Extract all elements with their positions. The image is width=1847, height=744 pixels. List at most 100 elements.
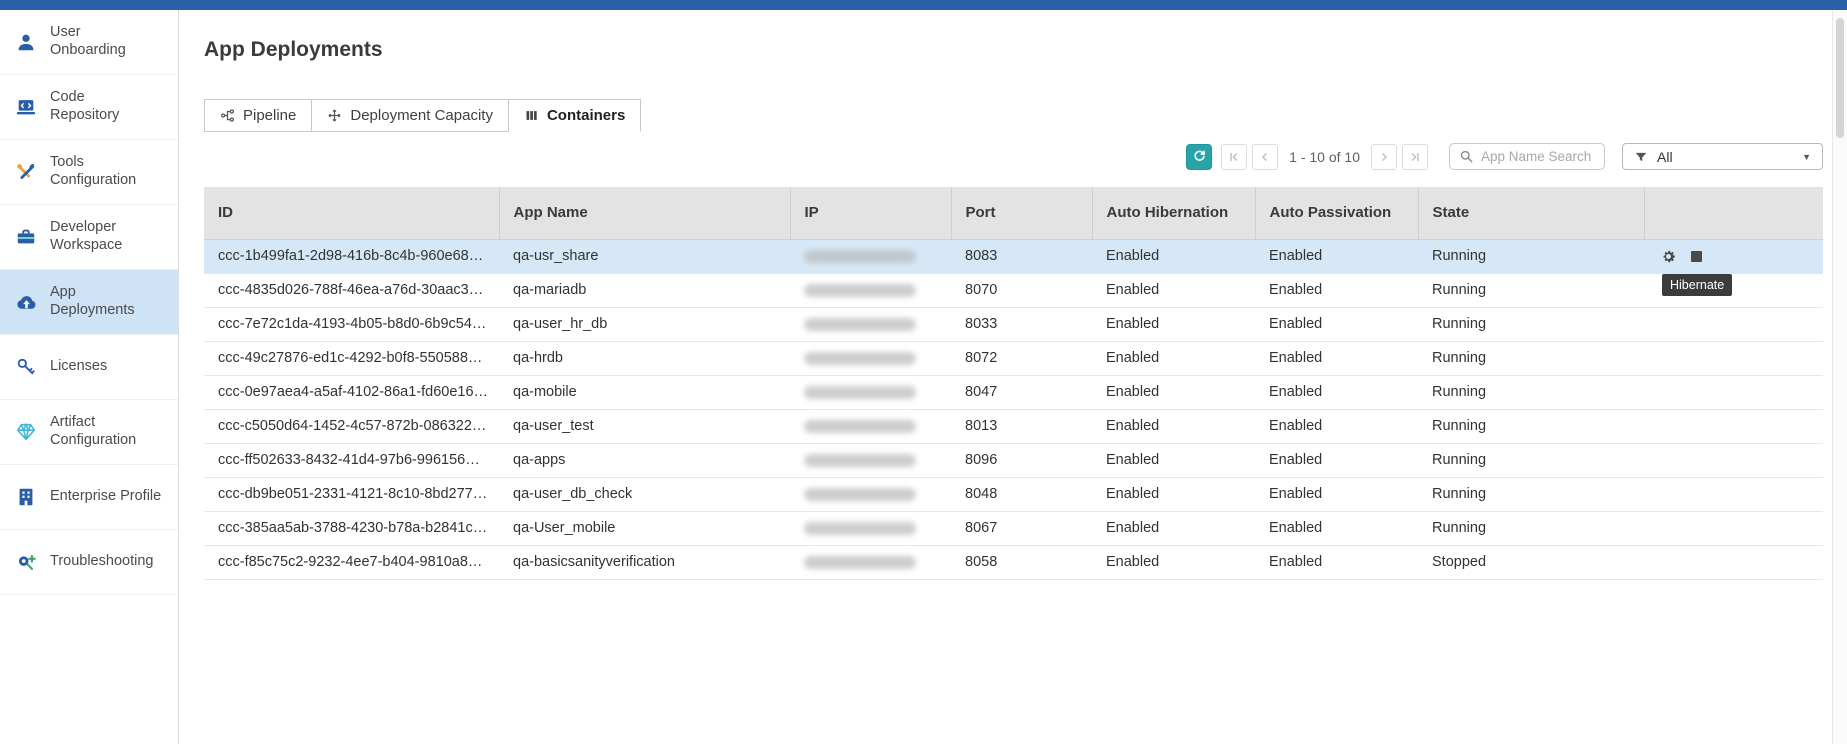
- sidebar-item-label: User Onboarding: [50, 24, 146, 59]
- column-header-app-name: App Name: [499, 187, 790, 239]
- sidebar-item-code-repository[interactable]: Code Repository: [0, 75, 178, 140]
- ip-redacted-blur: [804, 454, 916, 467]
- tab-deployment-capacity[interactable]: Deployment Capacity: [311, 99, 508, 132]
- app-name-search-input[interactable]: [1481, 149, 1595, 164]
- cell-app-name: qa-user_hr_db: [499, 307, 790, 341]
- building-icon: [14, 486, 38, 508]
- cell-auto-hibernation: Enabled: [1092, 239, 1255, 273]
- cell-ip: [790, 409, 951, 443]
- cell-state: Running: [1418, 273, 1644, 307]
- cell-port: 8013: [951, 409, 1092, 443]
- cell-port: 8070: [951, 273, 1092, 307]
- cell-app-name: qa-User_mobile: [499, 511, 790, 545]
- cell-auto-passivation: Enabled: [1255, 409, 1418, 443]
- cell-auto-hibernation: Enabled: [1092, 375, 1255, 409]
- first-page-button[interactable]: [1221, 144, 1247, 170]
- tab-label: Containers: [547, 107, 625, 124]
- cell-actions: [1644, 239, 1823, 273]
- sidebar-item-licenses[interactable]: Licenses: [0, 335, 178, 400]
- sidebar-item-developer-workspace[interactable]: Developer Workspace: [0, 205, 178, 270]
- table-row[interactable]: ccc-49c27876-ed1c-4292-b0f8-550588…qa-hr…: [204, 341, 1823, 375]
- containers-table: IDApp NameIPPortAuto HibernationAuto Pas…: [204, 187, 1823, 580]
- ip-redacted-blur: [804, 284, 916, 297]
- cell-actions: [1644, 511, 1823, 545]
- vertical-scrollbar[interactable]: [1832, 10, 1847, 744]
- cell-port: 8058: [951, 545, 1092, 579]
- column-header-id: ID: [204, 187, 499, 239]
- cell-auto-hibernation: Enabled: [1092, 545, 1255, 579]
- filter-funnel-icon: [1634, 150, 1648, 164]
- page-title: App Deployments: [204, 38, 383, 62]
- sidebar-item-app-deployments[interactable]: App Deployments: [0, 270, 178, 335]
- first-page-icon: [1227, 150, 1241, 164]
- cell-auto-passivation: Enabled: [1255, 273, 1418, 307]
- cell-state: Running: [1418, 409, 1644, 443]
- tools-icon: [14, 161, 38, 183]
- sidebar-item-label: Artifact Configuration: [50, 414, 146, 449]
- cell-app-name: qa-hrdb: [499, 341, 790, 375]
- cell-port: 8033: [951, 307, 1092, 341]
- table-row[interactable]: ccc-db9be051-2331-4121-8c10-8bd277…qa-us…: [204, 477, 1823, 511]
- cell-app-name: qa-apps: [499, 443, 790, 477]
- sidebar-item-tools-configuration[interactable]: Tools Configuration: [0, 140, 178, 205]
- cell-auto-hibernation: Enabled: [1092, 443, 1255, 477]
- cell-app-name: qa-mariadb: [499, 273, 790, 307]
- cell-auto-passivation: Enabled: [1255, 375, 1418, 409]
- next-page-button[interactable]: [1371, 144, 1397, 170]
- cell-state: Running: [1418, 477, 1644, 511]
- cell-ip: [790, 545, 951, 579]
- table-row[interactable]: ccc-f85c75c2-9232-4ee7-b404-9810a8…qa-ba…: [204, 545, 1823, 579]
- sidebar-item-user-onboarding[interactable]: User Onboarding: [0, 10, 178, 75]
- gem-icon: [14, 421, 38, 443]
- cell-state: Running: [1418, 307, 1644, 341]
- table-row[interactable]: ccc-1b499fa1-2d98-416b-8c4b-960e68…qa-us…: [204, 239, 1823, 273]
- sidebar-item-troubleshooting[interactable]: Troubleshooting: [0, 530, 178, 595]
- main-content: App Deployments PipelineDeployment Capac…: [180, 10, 1847, 744]
- table-header-row: IDApp NameIPPortAuto HibernationAuto Pas…: [204, 187, 1823, 239]
- cell-id: ccc-0e97aea4-a5af-4102-86a1-fd60e16…: [204, 375, 499, 409]
- cell-port: 8048: [951, 477, 1092, 511]
- top-navigation-bar: [0, 0, 1847, 10]
- table-row[interactable]: ccc-7e72c1da-4193-4b05-b8d0-6b9c54…qa-us…: [204, 307, 1823, 341]
- cell-port: 8096: [951, 443, 1092, 477]
- sidebar-item-label: App Deployments: [50, 284, 146, 319]
- chevron-down-icon: ▼: [1802, 152, 1811, 162]
- previous-page-button[interactable]: [1252, 144, 1278, 170]
- toolbar: 1 - 10 of 10 All ▼: [1186, 143, 1823, 170]
- column-header-actions: [1644, 187, 1823, 239]
- cell-app-name: qa-basicsanityverification: [499, 545, 790, 579]
- cell-port: 8047: [951, 375, 1092, 409]
- cell-actions: [1644, 307, 1823, 341]
- settings-gear-icon[interactable]: [1660, 248, 1677, 265]
- cell-app-name: qa-user_test: [499, 409, 790, 443]
- filter-dropdown[interactable]: All ▼: [1622, 143, 1823, 170]
- cell-id: ccc-ff502633-8432-41d4-97b6-996156…: [204, 443, 499, 477]
- hibernate-tooltip: Hibernate: [1662, 274, 1732, 296]
- code-repository-icon: [14, 96, 38, 118]
- tab-containers[interactable]: Containers: [508, 99, 641, 132]
- hibernate-stop-icon[interactable]: [1691, 251, 1702, 262]
- sidebar-item-label: Enterprise Profile: [50, 488, 161, 506]
- search-icon: [1459, 149, 1474, 164]
- sidebar-item-enterprise-profile[interactable]: Enterprise Profile: [0, 465, 178, 530]
- column-header-auto-passivation: Auto Passivation: [1255, 187, 1418, 239]
- table-row[interactable]: ccc-4835d026-788f-46ea-a76d-30aac3…qa-ma…: [204, 273, 1823, 307]
- scrollbar-thumb[interactable]: [1836, 18, 1844, 138]
- ip-redacted-blur: [804, 556, 916, 569]
- sidebar-item-artifact-configuration[interactable]: Artifact Configuration: [0, 400, 178, 465]
- search-box[interactable]: [1449, 143, 1605, 170]
- tab-pipeline[interactable]: Pipeline: [204, 99, 311, 132]
- column-header-auto-hibernation: Auto Hibernation: [1092, 187, 1255, 239]
- refresh-button[interactable]: [1186, 144, 1212, 170]
- cell-ip: [790, 239, 951, 273]
- table-row[interactable]: ccc-385aa5ab-3788-4230-b78a-b2841c…qa-Us…: [204, 511, 1823, 545]
- last-page-button[interactable]: [1402, 144, 1428, 170]
- cell-app-name: qa-usr_share: [499, 239, 790, 273]
- table-row[interactable]: ccc-0e97aea4-a5af-4102-86a1-fd60e16…qa-m…: [204, 375, 1823, 409]
- table-row[interactable]: ccc-ff502633-8432-41d4-97b6-996156…qa-ap…: [204, 443, 1823, 477]
- table-row[interactable]: ccc-c5050d64-1452-4c57-872b-086322…qa-us…: [204, 409, 1823, 443]
- sidebar-item-label: Licenses: [50, 358, 107, 376]
- ip-redacted-blur: [804, 522, 916, 535]
- cell-auto-hibernation: Enabled: [1092, 273, 1255, 307]
- last-page-icon: [1408, 150, 1422, 164]
